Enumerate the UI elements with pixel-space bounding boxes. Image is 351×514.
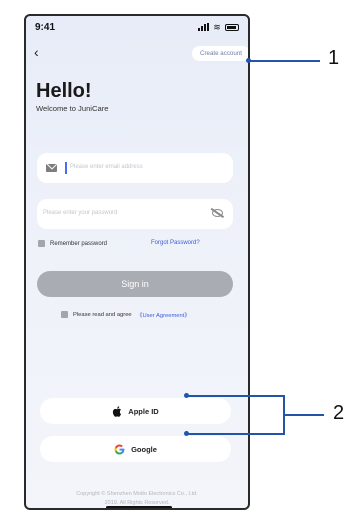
create-account-button[interactable]: Create account bbox=[192, 46, 248, 61]
callout-2-line-apple bbox=[188, 395, 284, 397]
callout-2-leader bbox=[284, 414, 324, 416]
wifi-icon: ≋ bbox=[213, 22, 221, 32]
user-agreement-link[interactable]: 《User Agreement》 bbox=[137, 310, 190, 319]
email-field[interactable]: Please enter email address bbox=[37, 153, 233, 183]
eye-off-icon[interactable] bbox=[212, 209, 223, 217]
page-subtitle: Welcome to JuniCare bbox=[36, 104, 109, 113]
password-placeholder: Please enter your password bbox=[43, 210, 118, 216]
sign-in-button[interactable]: Sign in bbox=[37, 271, 233, 297]
callout-1-label: 1 bbox=[328, 47, 340, 69]
email-placeholder: Please enter email address bbox=[70, 164, 143, 170]
agreement-row: Please read and agree 《User Agreement》 bbox=[61, 310, 190, 319]
status-bar: 9:41 ≋ bbox=[26, 16, 248, 40]
forgot-password-link[interactable]: Forgot Password? bbox=[151, 240, 200, 246]
google-button[interactable]: Google bbox=[40, 436, 231, 462]
mail-icon bbox=[46, 164, 57, 172]
copyright-line1: Copyright © Shenzhen Motto Electronics C… bbox=[76, 491, 198, 497]
google-icon bbox=[114, 444, 125, 455]
remember-label: Remember password bbox=[50, 240, 108, 247]
battery-icon bbox=[225, 23, 239, 31]
agree-checkbox[interactable] bbox=[61, 311, 68, 318]
callout-1-line bbox=[250, 60, 320, 62]
home-indicator bbox=[106, 506, 172, 508]
phone-frame: 9:41 ≋ ‹ Create account Hello! Welcome t… bbox=[24, 14, 250, 510]
apple-id-label: Apple ID bbox=[128, 406, 159, 416]
status-time: 9:41 bbox=[35, 22, 56, 33]
annotated-screenshot: 9:41 ≋ ‹ Create account Hello! Welcome t… bbox=[0, 0, 351, 514]
status-icons: ≋ bbox=[198, 22, 239, 32]
remember-password[interactable]: Remember password bbox=[38, 240, 107, 247]
password-field[interactable]: Please enter your password bbox=[37, 199, 233, 229]
signal-icon bbox=[198, 23, 209, 31]
callout-2-line-google bbox=[188, 433, 284, 435]
page-title: Hello! bbox=[36, 80, 92, 102]
agree-label: Please read and agree bbox=[73, 311, 132, 318]
google-label: Google bbox=[131, 444, 157, 454]
callout-2-label: 2 bbox=[333, 402, 345, 424]
remember-checkbox[interactable] bbox=[38, 240, 45, 247]
apple-id-button[interactable]: Apple ID bbox=[40, 398, 231, 424]
chevron-left-icon[interactable]: ‹ bbox=[34, 45, 39, 59]
apple-icon bbox=[112, 405, 122, 417]
text-cursor bbox=[65, 162, 67, 174]
